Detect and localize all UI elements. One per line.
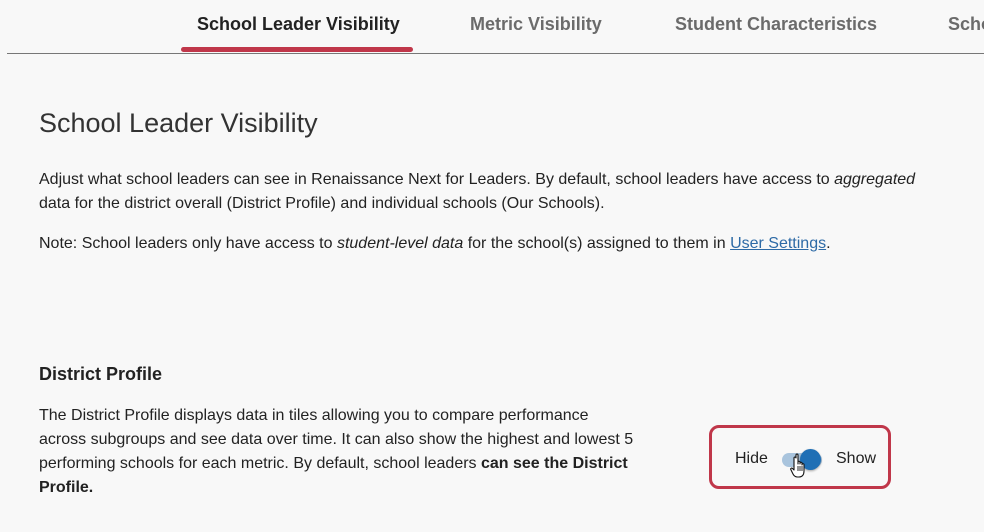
user-settings-link[interactable]: User Settings <box>730 235 826 252</box>
district-profile-heading: District Profile <box>39 364 163 384</box>
tab-schools-truncated[interactable]: Scho <box>948 14 984 35</box>
intro-paragraph: Adjust what school leaders can see in Re… <box>39 168 939 216</box>
district-profile-toggle-group: Hide Show <box>709 425 891 489</box>
note-text-end: . <box>826 235 831 252</box>
note-text-start: Note: School leaders only have access to <box>39 235 337 252</box>
district-profile-description: The District Profile displays data in ti… <box>39 404 639 500</box>
tab-metric-visibility[interactable]: Metric Visibility <box>470 14 602 35</box>
toggle-show-label: Show <box>836 450 877 467</box>
tab-bar: School Leader Visibility Metric Visibili… <box>7 0 984 54</box>
note-emphasis: student-level data <box>336 235 464 252</box>
note-paragraph: Note: School leaders only have access to… <box>39 232 939 256</box>
hand-pointer-cursor-icon <box>790 453 805 478</box>
page-title: School Leader Visibility <box>39 108 318 138</box>
toggle-hide-label: Hide <box>735 450 768 467</box>
intro-text-start: Adjust what school leaders can see in Re… <box>39 171 835 188</box>
intro-text-end: data for the district overall (District … <box>39 195 605 212</box>
intro-emphasis: aggregated <box>834 171 916 188</box>
tab-student-characteristics[interactable]: Student Characteristics <box>675 14 877 35</box>
note-text-middle: for the school(s) assigned to them in <box>463 235 731 252</box>
active-tab-indicator <box>181 47 413 52</box>
tab-school-leader-visibility[interactable]: School Leader Visibility <box>197 14 400 35</box>
